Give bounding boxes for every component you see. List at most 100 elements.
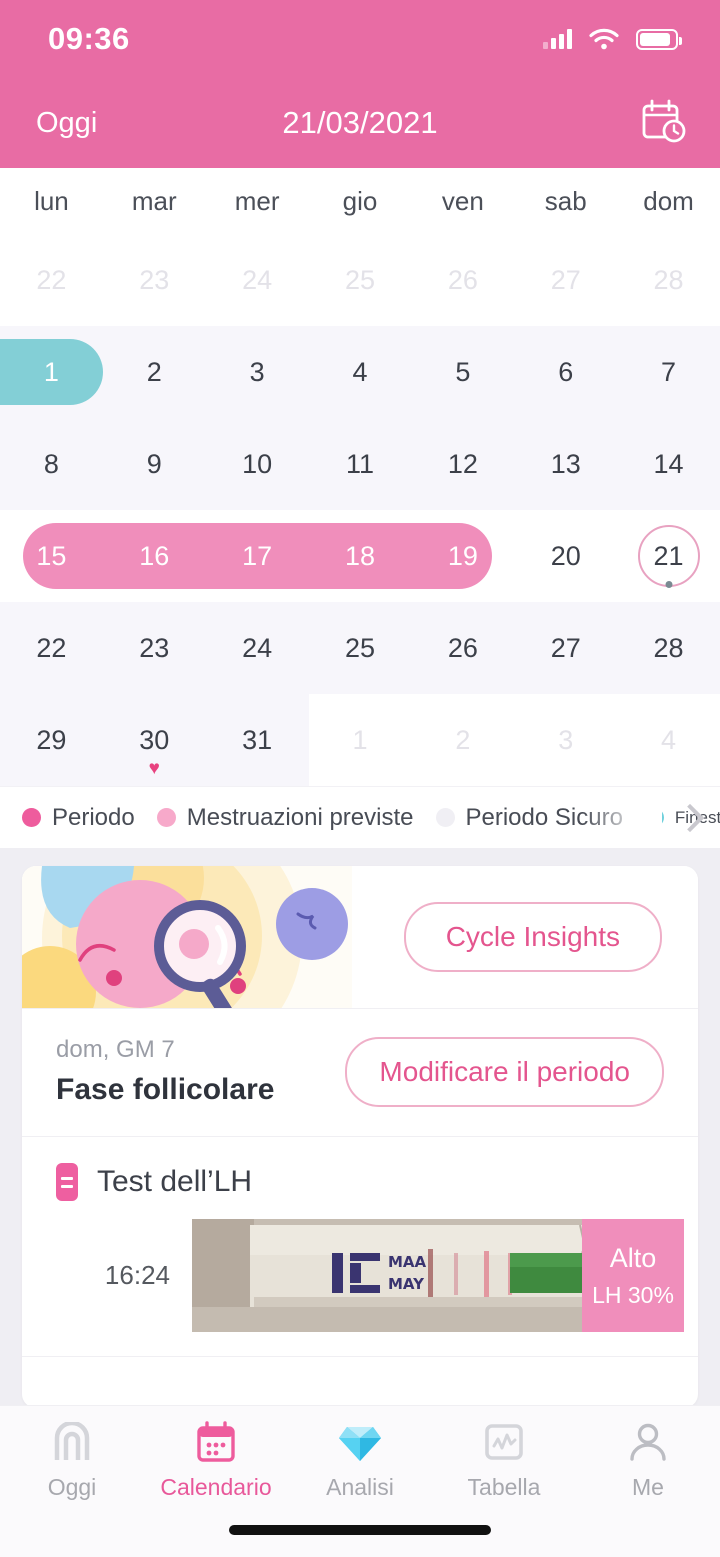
cycle-insights-banner[interactable]: Cycle Insights bbox=[22, 866, 698, 1008]
tab-label: Tabella bbox=[468, 1474, 541, 1501]
calendar-day[interactable]: 14 bbox=[617, 418, 720, 510]
calendar-day[interactable]: 20 bbox=[514, 510, 617, 602]
cycle-phase-row: dom, GM 7 Fase follicolare Modificare il… bbox=[22, 1008, 698, 1136]
calendar-day[interactable]: 1 bbox=[0, 326, 103, 418]
test-strip-icon bbox=[56, 1163, 78, 1201]
calendar-clock-icon[interactable] bbox=[640, 98, 686, 149]
calendar-day[interactable]: 25 bbox=[309, 602, 412, 694]
weekday-label: sab bbox=[514, 186, 617, 217]
calendar-day[interactable]: 8 bbox=[0, 418, 103, 510]
calendar-day[interactable]: 15 bbox=[0, 510, 103, 602]
tab-calendario[interactable]: Calendario bbox=[144, 1406, 288, 1514]
calendar-day[interactable]: 6 bbox=[514, 326, 617, 418]
calendar-week-row: 15 16 17 18 19 20 21 bbox=[0, 510, 720, 602]
cycle-insights-button[interactable]: Cycle Insights bbox=[404, 902, 662, 972]
weekday-label: mer bbox=[206, 186, 309, 217]
legend-color-dot bbox=[436, 808, 455, 827]
calendar-widget[interactable]: lun mar mer gio ven sab dom 22 23 24 25 … bbox=[0, 168, 720, 786]
calendar-day[interactable]: 27 bbox=[514, 602, 617, 694]
today-button[interactable]: Oggi bbox=[36, 107, 97, 140]
tab-label: Oggi bbox=[48, 1474, 97, 1501]
calendar-day[interactable]: 13 bbox=[514, 418, 617, 510]
tab-list: Oggi Calendario bbox=[0, 1406, 720, 1514]
calendar-day[interactable]: 23 bbox=[103, 602, 206, 694]
lh-test-time: 16:24 bbox=[22, 1260, 192, 1291]
calendar-day[interactable]: 9 bbox=[103, 418, 206, 510]
calendar-day[interactable]: 22 bbox=[0, 602, 103, 694]
calendar-day[interactable]: 11 bbox=[309, 418, 412, 510]
wifi-icon bbox=[589, 28, 619, 50]
calendar-day[interactable]: 24 bbox=[206, 602, 309, 694]
lh-test-entry[interactable]: 16:24 MAA MAY bbox=[22, 1201, 698, 1356]
navigation-bar: Oggi 21/03/2021 bbox=[0, 78, 720, 168]
cycle-day-label: dom, GM 7 bbox=[56, 1036, 274, 1064]
lh-result-badge: Alto LH 30% bbox=[582, 1219, 684, 1332]
calendar-day[interactable]: 25 bbox=[309, 234, 412, 326]
calendar-day[interactable]: 2 bbox=[411, 694, 514, 786]
calendar-day[interactable]: 22 bbox=[0, 234, 103, 326]
lh-test-title: Test dell’LH bbox=[97, 1165, 252, 1199]
calendar-icon bbox=[195, 1419, 237, 1465]
heart-marker-icon: ♥ bbox=[149, 759, 160, 778]
calendar-day[interactable]: 3 bbox=[206, 326, 309, 418]
calendar-day[interactable]: 29 bbox=[0, 694, 103, 786]
calendar-day[interactable]: 16 bbox=[103, 510, 206, 602]
legend-item-periodo: Periodo bbox=[22, 804, 135, 832]
calendar-day[interactable]: 3 bbox=[514, 694, 617, 786]
calendar-day-with-heart[interactable]: 30 ♥ bbox=[103, 694, 206, 786]
legend-color-dot bbox=[157, 808, 176, 827]
calendar-day[interactable]: 7 bbox=[617, 326, 720, 418]
tab-oggi[interactable]: Oggi bbox=[0, 1406, 144, 1514]
calendar-day[interactable]: 4 bbox=[309, 326, 412, 418]
tab-tabella[interactable]: Tabella bbox=[432, 1406, 576, 1514]
calendar-day[interactable]: 5 bbox=[411, 326, 514, 418]
legend-fade-overlay bbox=[582, 787, 662, 848]
calendar-day[interactable]: 12 bbox=[411, 418, 514, 510]
calendar-day[interactable]: 1 bbox=[309, 694, 412, 786]
tab-analisi[interactable]: Analisi bbox=[288, 1406, 432, 1514]
calendar-day[interactable]: 24 bbox=[206, 234, 309, 326]
tab-label: Calendario bbox=[160, 1474, 271, 1501]
calendar-day[interactable]: 19 bbox=[411, 510, 514, 602]
weekday-label: lun bbox=[0, 186, 103, 217]
svg-text:MAY: MAY bbox=[388, 1275, 425, 1293]
calendar-day-label: 30 bbox=[139, 725, 169, 756]
status-bar-indicators bbox=[543, 28, 678, 50]
cycle-phase-info: dom, GM 7 Fase follicolare bbox=[56, 1036, 274, 1107]
cycle-phase-title: Fase follicolare bbox=[56, 1073, 274, 1107]
calendar-day[interactable]: 10 bbox=[206, 418, 309, 510]
calendar-day[interactable]: 27 bbox=[514, 234, 617, 326]
tab-me[interactable]: Me bbox=[576, 1406, 720, 1514]
calendar-day[interactable]: 18 bbox=[309, 510, 412, 602]
calendar-day[interactable]: 26 bbox=[411, 602, 514, 694]
main-content: Cycle Insights dom, GM 7 Fase follicolar… bbox=[0, 848, 720, 1408]
cellular-bars-icon bbox=[543, 29, 572, 49]
calendar-day[interactable]: 31 bbox=[206, 694, 309, 786]
chart-box-icon bbox=[483, 1419, 525, 1465]
calendar-day-today[interactable]: 21 bbox=[617, 510, 720, 602]
calendar-day[interactable]: 4 bbox=[617, 694, 720, 786]
lh-result-level: Alto bbox=[610, 1243, 657, 1274]
calendar-day[interactable]: 28 bbox=[617, 234, 720, 326]
weekday-label: mar bbox=[103, 186, 206, 217]
cycle-card: Cycle Insights dom, GM 7 Fase follicolar… bbox=[22, 866, 698, 1408]
calendar-day[interactable]: 28 bbox=[617, 602, 720, 694]
card-footer-spacer bbox=[22, 1356, 698, 1408]
cycle-insights-illustration bbox=[22, 866, 352, 1008]
weekday-label: dom bbox=[617, 186, 720, 217]
edit-period-button[interactable]: Modificare il periodo bbox=[345, 1037, 664, 1107]
bottom-tab-bar[interactable]: Oggi Calendario bbox=[0, 1405, 720, 1557]
calendar-day[interactable]: 23 bbox=[103, 234, 206, 326]
calendar-week-row: 8 9 10 11 12 13 14 bbox=[0, 418, 720, 510]
calendar-legend[interactable]: Periodo Mestruazioni previste Periodo Si… bbox=[0, 786, 720, 848]
legend-label: Periodo bbox=[52, 804, 135, 832]
legend-item-mestruazioni-previste: Mestruazioni previste bbox=[157, 804, 414, 832]
calendar-day[interactable]: 26 bbox=[411, 234, 514, 326]
lh-result-value: LH 30% bbox=[592, 1282, 674, 1309]
calendar-day[interactable]: 17 bbox=[206, 510, 309, 602]
lh-test-strip-photo[interactable]: MAA MAY Alto LH 30% bbox=[192, 1219, 684, 1332]
lh-test-section: Test dell’LH 16:24 bbox=[22, 1136, 698, 1408]
calendar-day[interactable]: 2 bbox=[103, 326, 206, 418]
app-header: 09:36 Oggi 21/03/2021 bbox=[0, 0, 720, 168]
gem-diamond-icon bbox=[338, 1419, 382, 1465]
